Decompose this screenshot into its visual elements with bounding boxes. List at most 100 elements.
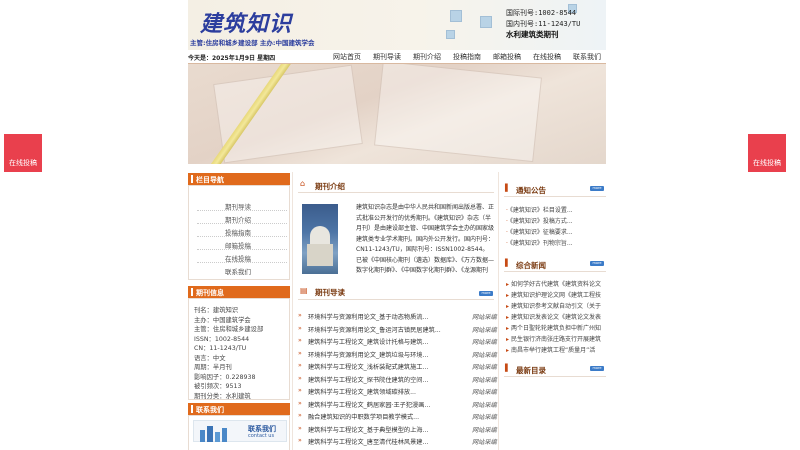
current-date: 今天是：2025年1月9日 星期四 [188, 55, 276, 62]
sidebar-nav-header: 栏目导航 [188, 173, 290, 185]
notice-icon: ▌ [505, 184, 511, 192]
decor-cube [446, 30, 455, 39]
contact-banner-sub: contact us [248, 433, 275, 439]
arrow-icon: » [298, 437, 302, 444]
info-line: 期刊分类：水利建筑 [194, 392, 251, 400]
sidebar-contact-header: 联系我们 [188, 403, 290, 415]
arrow-icon: » [298, 387, 302, 394]
online-submit-float-right[interactable]: 在线投稿 [748, 134, 786, 172]
notice-title: 通知公告 [516, 186, 546, 195]
notice-item[interactable]: · 《建筑知识》刊物宗旨... [506, 238, 606, 247]
notice-item[interactable]: · 《建筑知识》栏目设置... [506, 205, 606, 214]
notice-item[interactable]: · 《建筑知识》投稿方式... [506, 216, 606, 225]
arrow-icon: · [506, 218, 508, 225]
info-line: 影响因子：0.228938 [194, 373, 256, 381]
arrow-icon: » [298, 424, 302, 432]
column-divider [498, 172, 499, 450]
arrow-icon: ▸ [506, 281, 510, 288]
arrow-icon: ▸ [506, 336, 510, 343]
nav-submission-guide[interactable]: 投稿指南 [453, 52, 481, 62]
sidebar-contact-box: 联系我们 contact us [188, 415, 290, 450]
journal-category: 水利建筑类期刊 [506, 30, 559, 39]
nav-contact[interactable]: 联系我们 [573, 52, 601, 62]
divider [504, 271, 606, 272]
arrow-icon: ▸ [506, 347, 510, 354]
hero-banner [188, 64, 606, 164]
info-line: 被引频次：9513 [194, 383, 242, 390]
cover-pavilion [310, 226, 330, 246]
buildings-icon [200, 426, 227, 442]
home-icon: ⌂ [300, 179, 306, 188]
arrow-icon: ▸ [506, 314, 510, 321]
news-item[interactable]: ▸ 民生银行济南张庄路支行开展建筑 [506, 334, 606, 343]
site-logo[interactable]: 建筑知识 [200, 6, 292, 38]
nav-email-submit[interactable]: 邮箱投稿 [493, 52, 521, 62]
info-line: 主办：中国建筑学会 [194, 316, 251, 324]
decor-cube [480, 16, 492, 28]
arrow-icon: » [298, 349, 302, 357]
arrow-icon: ▸ [506, 303, 510, 310]
online-submit-float-left[interactable]: 在线投稿 [4, 134, 42, 172]
nav-home[interactable]: 网站首页 [333, 52, 361, 62]
notice-more-button[interactable]: more [590, 186, 604, 191]
book-icon: ▤ [300, 286, 308, 295]
news-icon: ▌ [505, 259, 511, 267]
contact-us-banner[interactable]: 联系我们 contact us [193, 420, 287, 442]
news-item[interactable]: ▸ 建筑知识护理论文网《建筑工程技 [506, 290, 606, 299]
sidebar-nav-box: 期刊导读 期刊介绍 投稿指南 邮箱投稿 在线投稿 联系我们 [188, 185, 290, 280]
sidebar-info-header: 期刊信息 [188, 286, 290, 298]
sidebar-item-contact[interactable]: 联系我们 [225, 266, 251, 276]
latest-icon: ▌ [505, 364, 511, 372]
latest-title: 最新目录 [516, 366, 546, 375]
divider [298, 192, 494, 193]
news-item[interactable]: ▸ 南昌市举行建筑工程“质量月”活 [506, 345, 606, 354]
news-more-button[interactable]: more [590, 261, 604, 266]
news-title: 综合新闻 [516, 261, 546, 270]
notice-item[interactable]: · 《建筑知识》征稿要求... [506, 227, 606, 236]
divider [504, 376, 606, 377]
info-line: 语言：中文 [194, 354, 226, 362]
banner-sheet [373, 64, 543, 163]
divider [197, 210, 287, 211]
divider [197, 249, 287, 250]
intro-text: 建筑知识杂志是由中华人民共和国新闻出版总署、正式批准公开发行的优秀期刊。《建筑知… [356, 204, 494, 274]
news-item[interactable]: ▸ 如何学好古代建筑《建筑资料论文 [506, 279, 606, 288]
arrow-icon: · [506, 240, 508, 247]
arrow-icon: » [298, 337, 302, 344]
nav-guide[interactable]: 期刊导读 [373, 52, 401, 62]
arrow-icon: » [298, 312, 302, 319]
arrow-icon: » [298, 374, 302, 382]
issn-block: 国际刊号:1002-8544 国内刊号:11-1243/TU [506, 8, 580, 30]
news-item[interactable]: ▸ 两个日聖轮轮建筑负担中新广州知 [506, 323, 606, 332]
divider [197, 223, 287, 224]
site-header: 建筑知识 主管:住房和城乡建设部 主办:中国建筑学会 国际刊号:1002-854… [188, 0, 606, 50]
journal-cover[interactable] [302, 204, 338, 274]
arrow-icon: » [298, 324, 302, 332]
news-item[interactable]: ▸ 建筑知识发表论文《建筑论文发表 [506, 312, 606, 321]
info-line: ISSN：1002-8544 [194, 335, 250, 343]
info-line: CN：11-1243/TU [194, 345, 247, 352]
nav-online-submit[interactable]: 在线投稿 [533, 52, 561, 62]
arrow-icon: ▸ [506, 325, 510, 332]
info-line: 周期：半月刊 [194, 364, 232, 371]
info-line: 主管：住房和城乡建设部 [194, 326, 264, 333]
arrow-icon: » [298, 362, 302, 369]
divider [298, 299, 494, 300]
banner-sheet [213, 64, 363, 164]
intro-title: 期刊介绍 [315, 182, 345, 191]
top-nav: 今天是：2025年1月9日 星期四 网站首页 期刊导读 期刊介绍 投稿指南 邮箱… [188, 50, 606, 64]
column-divider [292, 172, 293, 450]
news-item[interactable]: ▸ 建筑知识参考文献自动引文（关于 [506, 301, 606, 310]
cover-pavilion-base [307, 244, 333, 266]
issn-intl: 国际刊号:1002-8544 [506, 9, 577, 17]
guide-more-button[interactable]: more [479, 291, 493, 296]
info-line: 刊名：建筑知识 [194, 307, 239, 314]
sidebar-info-box: 刊名：建筑知识 主办：中国建筑学会 主管：住房和城乡建设部 ISSN：1002-… [188, 298, 290, 400]
sponsor-line: 主管:住房和城乡建设部 主办:中国建筑学会 [190, 39, 315, 47]
divider [504, 196, 606, 197]
arrow-icon: · [506, 207, 508, 214]
divider [197, 262, 287, 263]
nav-intro[interactable]: 期刊介绍 [413, 52, 441, 62]
decor-cube [450, 10, 462, 22]
latest-more-button[interactable]: more [590, 366, 604, 371]
